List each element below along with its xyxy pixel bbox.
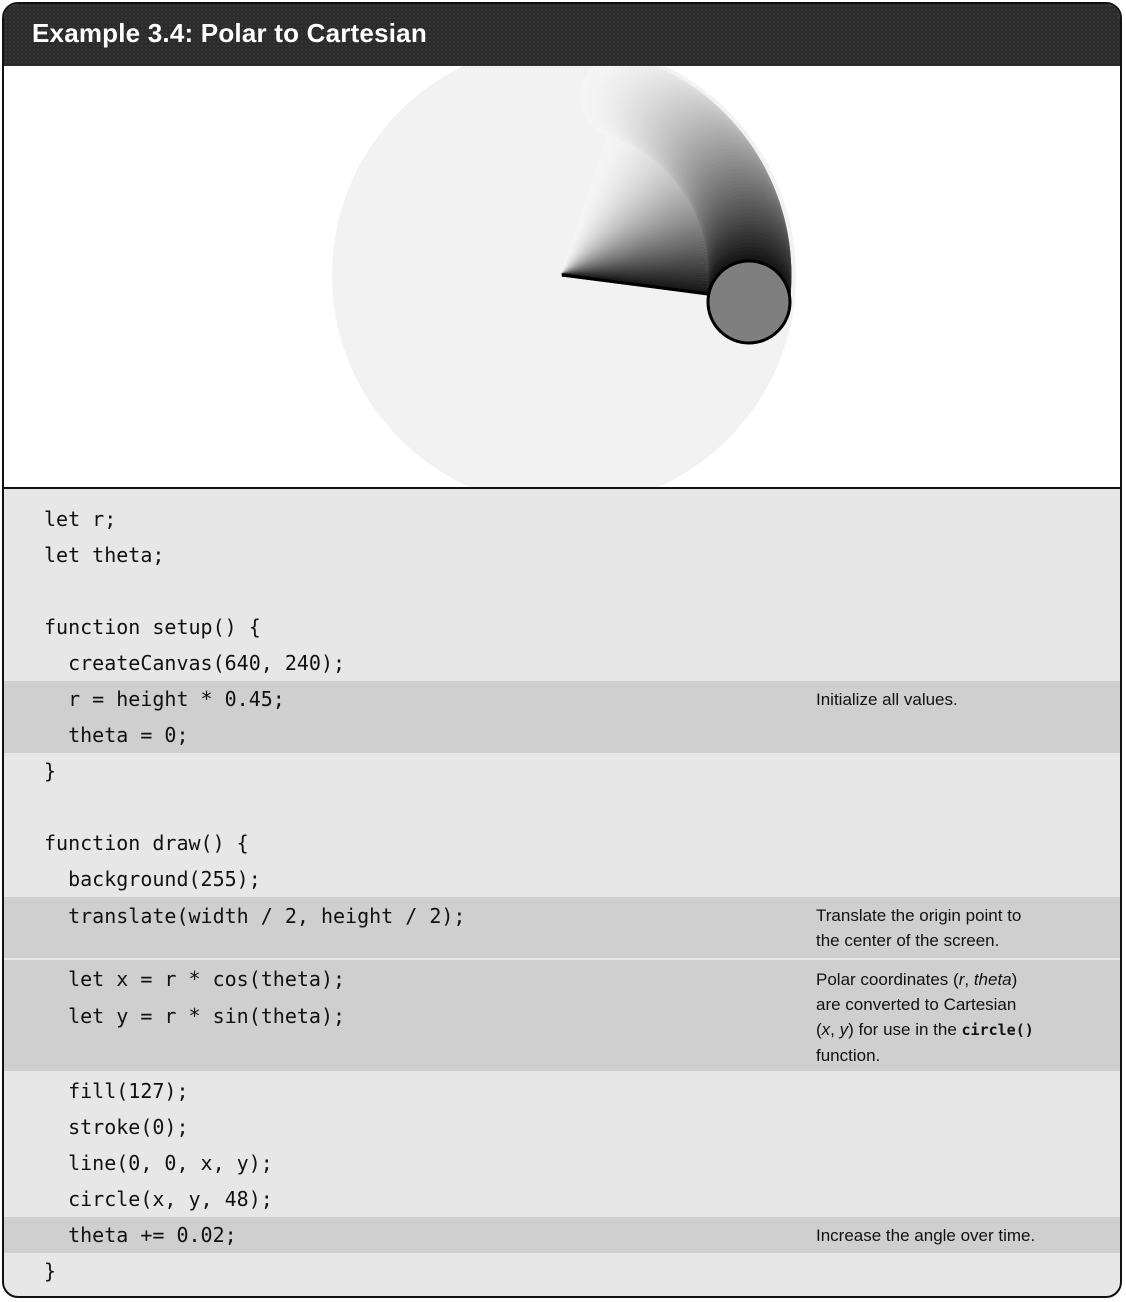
code-line: let y = r * sin(theta); [44,1004,346,1028]
note-polar-line-4: function. [816,1046,881,1065]
note-translate-line-1: Translate the origin point to [816,906,1022,925]
note-polar-line-3: (x, y) for use in the circle() [816,1017,1086,1043]
note-polar: Polar coordinates (r, theta) are convert… [816,967,1086,1068]
example-header: Example 3.4: Polar to Cartesian [4,4,1120,68]
note-code-circle: circle() [961,1021,1034,1039]
code-line: } [44,1259,57,1283]
note-text: , [964,970,974,989]
sketch-svg [332,66,796,487]
code-line: background(255); [44,867,261,891]
code-line: let theta; [44,543,165,567]
note-var-x: x [821,1020,831,1039]
code-line: } [44,759,57,783]
note-text: ) for use in the [848,1020,962,1039]
example-title: Example 3.4: Polar to Cartesian [32,18,427,48]
moving-circle [706,259,792,345]
note-translate-line-2: the center of the screen. [816,931,1000,950]
note-translate: Translate the origin point to the center… [816,903,1086,953]
code-line: circle(x, y, 48); [44,1187,273,1211]
note-text: Polar coordinates ( [816,970,959,989]
code-line: function draw() { [44,831,249,855]
note-polar-line-2: are converted to Cartesian [816,995,1017,1014]
code-line: let r; [44,507,117,531]
code-line: r = height * 0.45; [44,687,285,711]
code-line: theta = 0; [44,723,189,747]
sketch-canvas [4,66,1120,489]
code-line: theta += 0.02; [44,1223,237,1247]
code-line: let x = r * cos(theta); [44,967,346,991]
code-line: function setup() { [44,615,261,639]
note-polar-line-1: Polar coordinates (r, theta) [816,967,1086,992]
example-frame: Example 3.4: Polar to Cartesian let r; l… [2,2,1122,1298]
code-listing: let r; let theta; function setup() { cre… [4,487,1120,1296]
note-increase: Increase the angle over time. [816,1226,1036,1245]
code-line: translate(width / 2, height / 2); [44,904,466,928]
note-var-theta: theta [973,970,1012,989]
code-line: fill(127); [44,1079,189,1103]
note-initialize: Initialize all values. [816,690,958,709]
code-line: createCanvas(640, 240); [44,651,346,675]
note-text: ) [1011,970,1018,989]
note-var-y: y [839,1020,849,1039]
code-line: stroke(0); [44,1115,189,1139]
code-line: line(0, 0, x, y); [44,1151,273,1175]
note-text: , [830,1020,840,1039]
